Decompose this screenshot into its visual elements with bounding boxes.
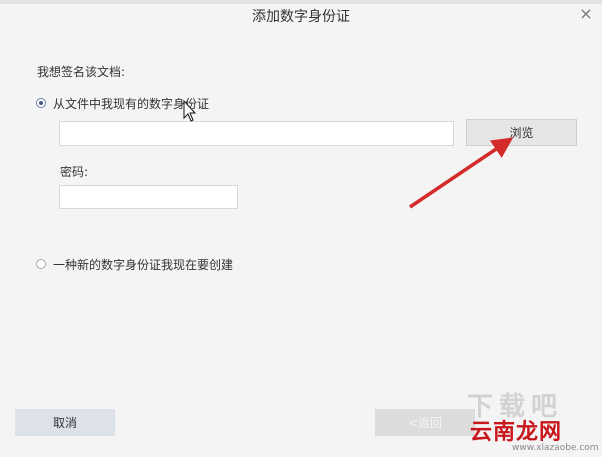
overlay-layer [183,99,514,209]
annotation-arrow [409,137,514,209]
mouse-cursor-icon [183,99,197,122]
